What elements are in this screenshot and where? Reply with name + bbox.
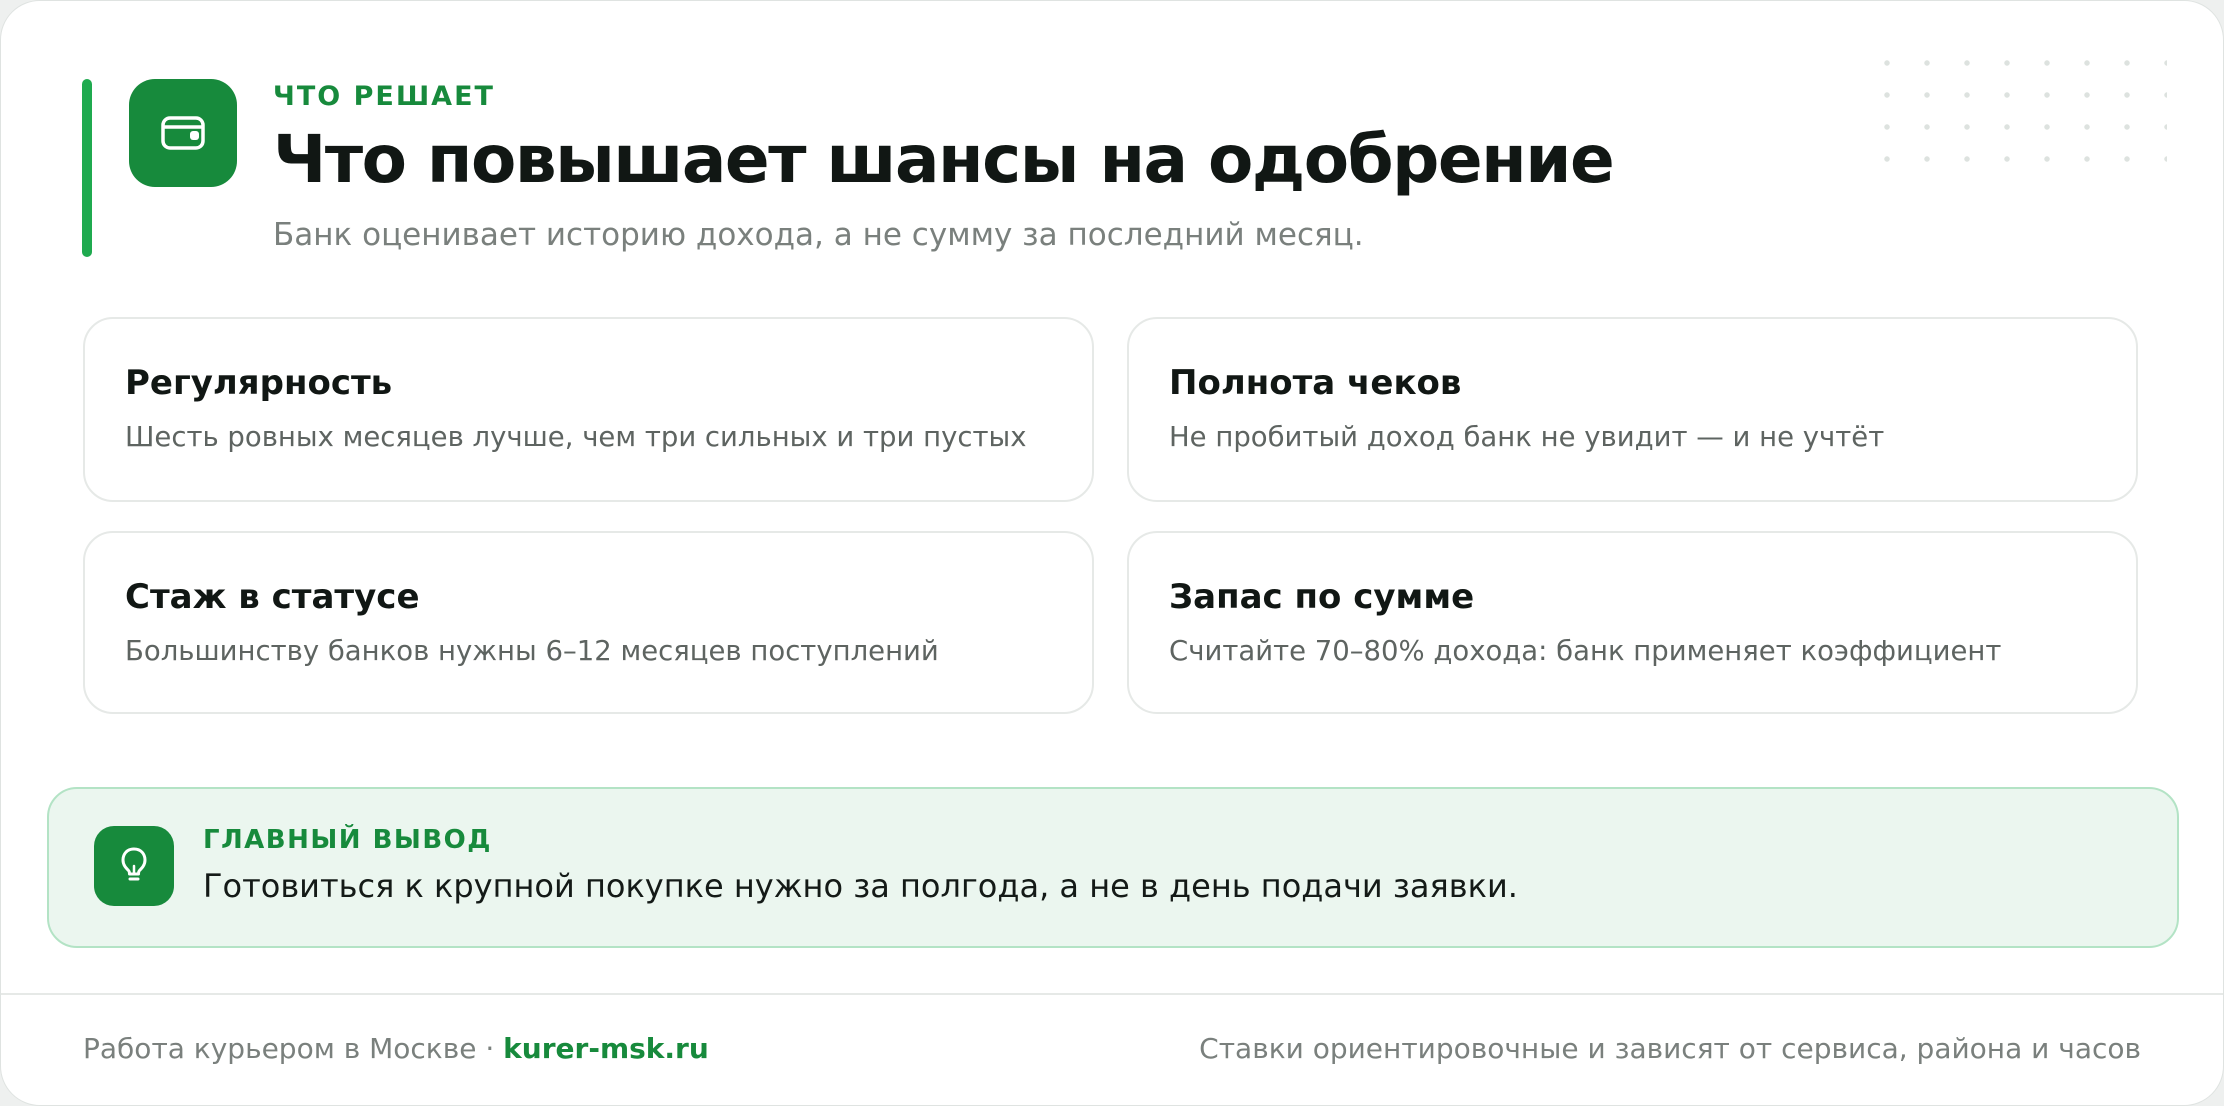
footer-caption: Работа курьером в Москве · xyxy=(83,1032,504,1065)
factor-card-receipts: Полнота чеков Не пробитый доход банк не … xyxy=(1127,317,2138,502)
card-text: Считайте 70–80% дохода: банк применяет к… xyxy=(1169,635,2002,667)
footer-source: Работа курьером в Москве · kurer-msk.ru xyxy=(83,1031,709,1067)
factor-card-tenure: Стаж в статусе Большинству банков нужны … xyxy=(83,531,1094,714)
eyebrow-label: ЧТО РЕШАЕТ xyxy=(273,81,495,112)
card-title: Запас по сумме xyxy=(1169,577,1475,617)
key-takeaway-box: ГЛАВНЫЙ ВЫВОД Готовиться к крупной покуп… xyxy=(47,787,2179,948)
factor-card-regularity: Регулярность Шесть ровных месяцев лучше,… xyxy=(83,317,1094,502)
lightbulb-icon xyxy=(94,826,174,906)
footer-site-link[interactable]: kurer-msk.ru xyxy=(503,1032,709,1065)
takeaway-text: Готовиться к крупной покупке нужно за по… xyxy=(203,867,1518,905)
dot-pattern-decoration xyxy=(1867,47,2167,187)
footer-divider xyxy=(1,993,2223,995)
takeaway-label: ГЛАВНЫЙ ВЫВОД xyxy=(203,825,492,855)
accent-bar xyxy=(82,79,92,257)
card-title: Полнота чеков xyxy=(1169,363,1462,403)
wallet-icon xyxy=(129,79,237,187)
footer-disclaimer: Ставки ориентировочные и зависят от серв… xyxy=(1199,1032,2141,1065)
card-text: Шесть ровных месяцев лучше, чем три силь… xyxy=(125,421,1027,453)
page-title: Что повышает шансы на одобрение xyxy=(273,121,1615,198)
card-text: Большинству банков нужны 6–12 месяцев по… xyxy=(125,635,939,667)
page-subtitle: Банк оценивает историю дохода, а не сумм… xyxy=(273,217,1364,253)
card-text: Не пробитый доход банк не увидит — и не … xyxy=(1169,421,1885,453)
card-title: Стаж в статусе xyxy=(125,577,420,617)
factor-card-margin: Запас по сумме Считайте 70–80% дохода: б… xyxy=(1127,531,2138,714)
card-title: Регулярность xyxy=(125,363,393,403)
infographic-card: ЧТО РЕШАЕТ Что повышает шансы на одобрен… xyxy=(0,0,2224,1106)
